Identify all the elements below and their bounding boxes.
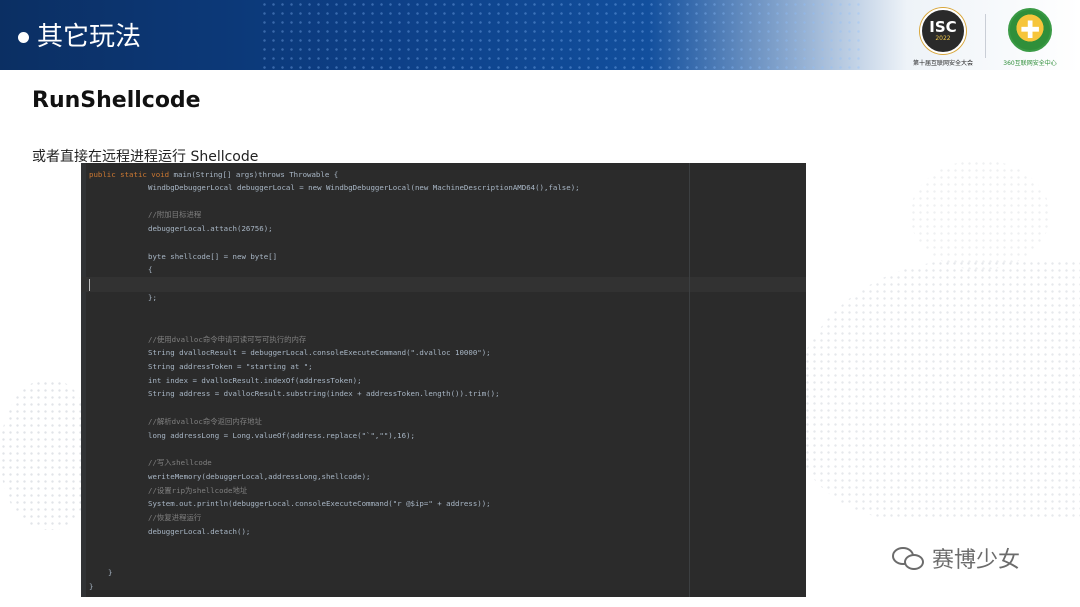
header-banner: 其它玩法 ISC 2022 第十届互联网安全大会 ✚ 360互联网安全中心 [0, 0, 1080, 70]
code-line: System.out.println(debuggerLocal.console… [148, 499, 491, 508]
code-line: { [148, 265, 153, 274]
code-comment: //设置rip为shellcode地址 [148, 486, 248, 495]
decorative-dot-pattern-right [790, 260, 1080, 520]
code-line: } [108, 568, 113, 577]
isc-logo-caption: 第十届互联网安全大会 [912, 60, 973, 67]
code-line: WindbgDebuggerLocal debuggerLocal = new … [148, 183, 580, 192]
code-comment: //解析dvalloc命令返回内存地址 [148, 417, 262, 426]
code-line: String dvallocResult = debuggerLocal.con… [148, 348, 491, 357]
watermark-text: 赛博少女 [932, 548, 1021, 573]
code-line: weriteMemory(debuggerLocal,addressLong,s… [148, 472, 371, 481]
bullet-icon [18, 31, 29, 43]
code-comment: //附加目标进程 [148, 210, 202, 219]
code-line: public static void main(String[] args)th… [89, 170, 339, 179]
code-comment: //恢复进程运行 [148, 513, 202, 522]
code-line: byte shellcode[] = new byte[] [148, 252, 278, 261]
isc-logo-text: ISC [929, 17, 957, 36]
isc-logo-badge: ISC 2022 [920, 8, 966, 54]
code-editor-panel: public static void main(String[] args)th… [81, 163, 806, 597]
isc-logo-year: 2022 [935, 34, 951, 42]
code-text: main(String[] args)throws Throwable { [173, 170, 339, 179]
decorative-dot-pattern-right-top [910, 160, 1050, 270]
360-plus-icon: ✚ [1019, 16, 1041, 44]
360-logo: ✚ 360互联网安全中心 [990, 8, 1070, 68]
editor-gutter [81, 163, 86, 597]
slide-title-text: 其它玩法 [37, 22, 142, 52]
code-line: debuggerLocal.detach(); [148, 527, 251, 536]
code-line: int index = dvallocResult.indexOf(addres… [148, 376, 362, 385]
code-comment: //使用dvalloc命令申请可读可写可执行的内存 [148, 335, 307, 344]
code-line: } [89, 582, 94, 591]
code-comment: //写入shellcode [148, 458, 212, 467]
360-logo-caption: 360互联网安全中心 [1003, 60, 1057, 67]
slide-title: 其它玩法 [18, 22, 141, 52]
code-line: debuggerLocal.attach(26756); [148, 224, 273, 233]
text-caret [89, 279, 90, 291]
wechat-icon [892, 545, 926, 571]
isc-logo: ISC 2022 第十届互联网安全大会 [908, 8, 978, 68]
current-line-highlight [81, 277, 806, 292]
section-title: RunShellcode [32, 88, 201, 113]
code-line: String addressToken = "starting at "; [148, 362, 313, 371]
code-line: long addressLong = Long.valueOf(address.… [148, 431, 415, 440]
code-line: String address = dvallocResult.substring… [148, 389, 500, 398]
right-margin-guide [689, 163, 690, 597]
code-line: }; [148, 293, 157, 302]
logo-divider [985, 14, 986, 58]
decorative-dot-pattern-left [0, 380, 90, 530]
wechat-watermark: 赛博少女 [892, 542, 1020, 574]
360-shield-icon: ✚ [1008, 8, 1052, 52]
